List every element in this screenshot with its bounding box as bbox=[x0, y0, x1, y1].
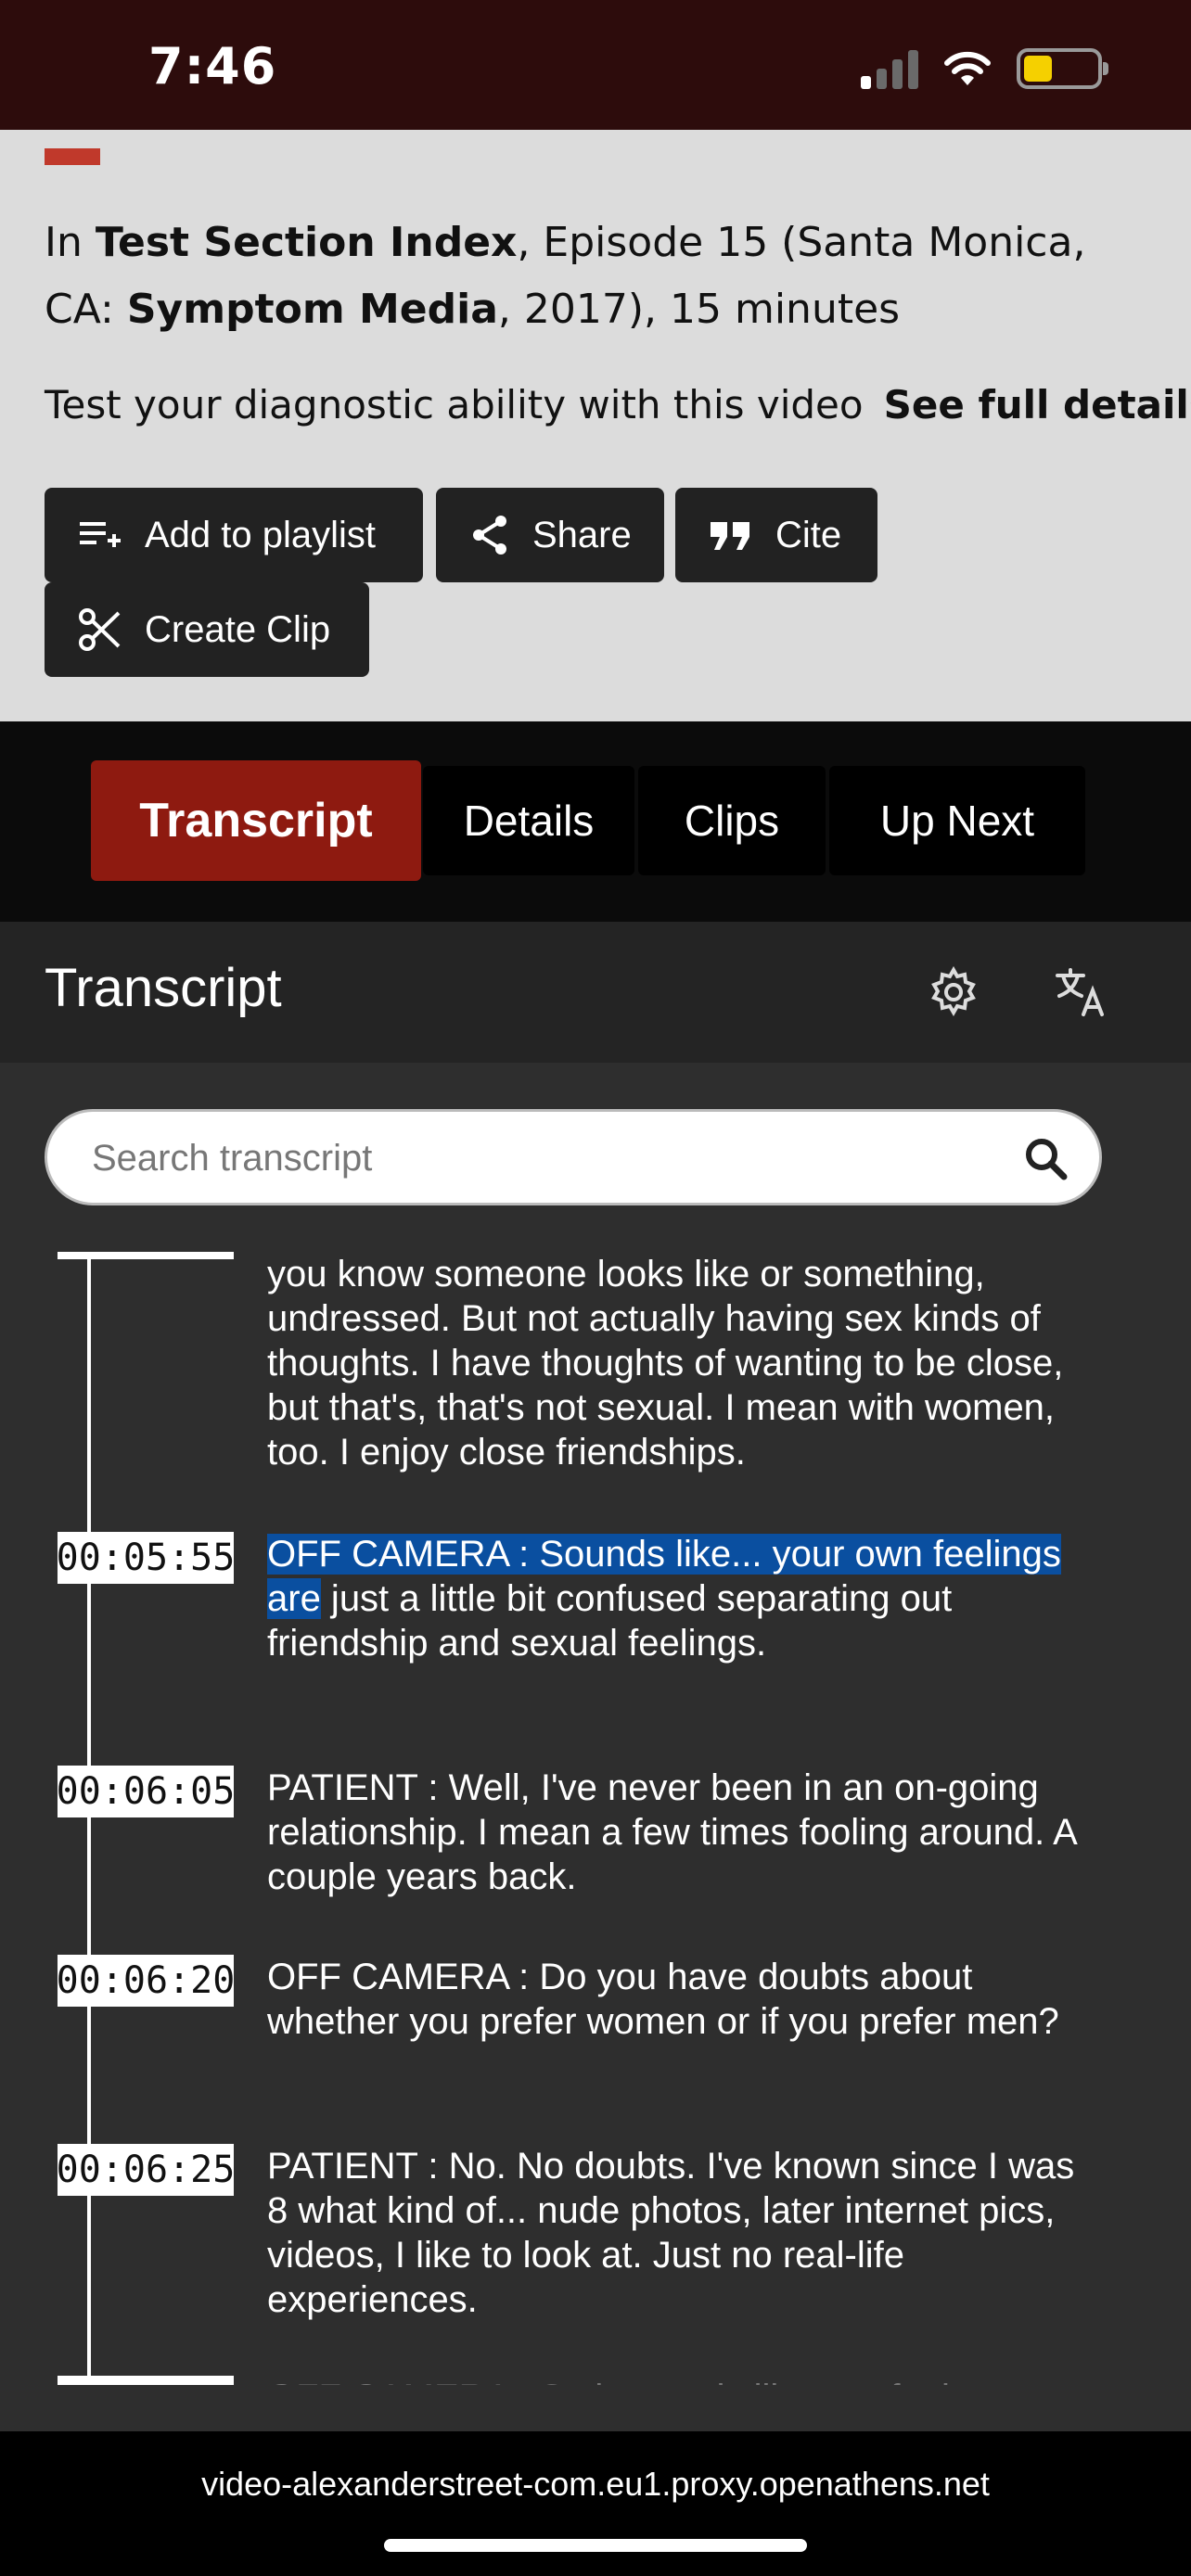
tab-details[interactable]: Details bbox=[423, 766, 634, 875]
video-info-panel: In Test Section Index, Episode 15 (Santa… bbox=[0, 130, 1191, 721]
url-text[interactable]: video-alexanderstreet-com.eu1.proxy.open… bbox=[0, 2465, 1191, 2504]
citation-publisher[interactable]: Symptom Media bbox=[127, 286, 498, 333]
tab-bar: Transcript Details Clips Up Next bbox=[0, 721, 1191, 922]
battery-icon bbox=[1017, 48, 1108, 89]
share-button[interactable]: Share bbox=[436, 488, 664, 582]
citation-prefix: In bbox=[45, 219, 96, 266]
share-label: Share bbox=[532, 514, 632, 555]
transcript-text-partial[interactable]: you know someone looks like or something… bbox=[267, 1252, 1083, 1474]
scissors-icon bbox=[79, 608, 121, 651]
tab-transcript[interactable]: Transcript bbox=[91, 760, 421, 881]
see-full-details-link[interactable]: See full details bbox=[884, 382, 1191, 427]
timestamp-button[interactable]: 00:06:05 bbox=[57, 1766, 235, 1817]
transcript-entry[interactable]: PATIENT : Well, I've never been in an on… bbox=[267, 1766, 1083, 1899]
wifi-icon bbox=[944, 51, 991, 85]
transcript-header: Transcript bbox=[0, 922, 1191, 1063]
transcript-title: Transcript bbox=[45, 958, 282, 1018]
transcript-text-partial[interactable]: OFF CAMERA : So it sounds like you feel bbox=[267, 2376, 1083, 2385]
transcript-entry[interactable]: OFF CAMERA : Sounds like... your own fee… bbox=[267, 1532, 1083, 1665]
status-time: 7:46 bbox=[148, 37, 277, 96]
settings-button[interactable] bbox=[920, 959, 987, 1026]
home-indicator[interactable] bbox=[384, 2539, 807, 2552]
description-text: Test your diagnostic ability with this v… bbox=[45, 382, 864, 427]
description-line: Test your diagnostic ability with this v… bbox=[45, 382, 1191, 427]
status-bar: 7:46 bbox=[0, 0, 1191, 130]
citation-text: In Test Section Index, Episode 15 (Santa… bbox=[45, 210, 1158, 343]
citation-suffix: , 2017), 15 minutes bbox=[497, 286, 901, 333]
cite-button[interactable]: Cite bbox=[675, 488, 877, 582]
transcript-search bbox=[45, 1109, 1102, 1205]
share-icon bbox=[473, 516, 506, 555]
search-input[interactable] bbox=[92, 1129, 982, 1188]
create-clip-button[interactable]: Create Clip bbox=[45, 582, 369, 677]
quote-icon bbox=[711, 522, 749, 550]
tab-clips[interactable]: Clips bbox=[638, 766, 826, 875]
timeline-marker bbox=[58, 1252, 234, 1259]
battery-level bbox=[1024, 56, 1053, 82]
create-clip-label: Create Clip bbox=[145, 608, 331, 650]
transcript-entry[interactable]: PATIENT : No. No doubts. I've known sinc… bbox=[267, 2144, 1083, 2322]
timestamp-button[interactable]: 00:05:55 bbox=[57, 1532, 235, 1584]
timeline-line bbox=[87, 1254, 91, 2385]
playlist-add-icon bbox=[80, 522, 121, 547]
signal-icon bbox=[861, 48, 918, 89]
timestamp-button[interactable]: 00:06:25 bbox=[57, 2144, 235, 2196]
transcript-list[interactable]: you know someone looks like or something… bbox=[0, 1243, 1191, 2385]
accent-bar bbox=[45, 148, 100, 165]
gear-icon bbox=[931, 966, 976, 1017]
entry-text: just a little bit confused separating ou… bbox=[267, 1578, 953, 1664]
browser-url-bar[interactable]: video-alexanderstreet-com.eu1.proxy.open… bbox=[0, 2431, 1191, 2576]
transcript-entry[interactable]: OFF CAMERA : Do you have doubts about wh… bbox=[267, 1955, 1083, 2044]
translate-button[interactable] bbox=[1048, 959, 1115, 1026]
translate-icon bbox=[1056, 968, 1104, 1016]
citation-series[interactable]: Test Section Index bbox=[96, 219, 518, 266]
add-to-playlist-label: Add to playlist bbox=[145, 514, 377, 555]
cite-label: Cite bbox=[775, 514, 842, 555]
status-icons bbox=[861, 46, 1108, 91]
timestamp-button[interactable]: 00:06:20 bbox=[57, 1955, 235, 2007]
search-icon[interactable] bbox=[1023, 1136, 1068, 1180]
tab-up-next[interactable]: Up Next bbox=[829, 766, 1085, 875]
timeline-marker bbox=[58, 2376, 234, 2385]
add-to-playlist-button[interactable]: Add to playlist bbox=[45, 488, 423, 582]
